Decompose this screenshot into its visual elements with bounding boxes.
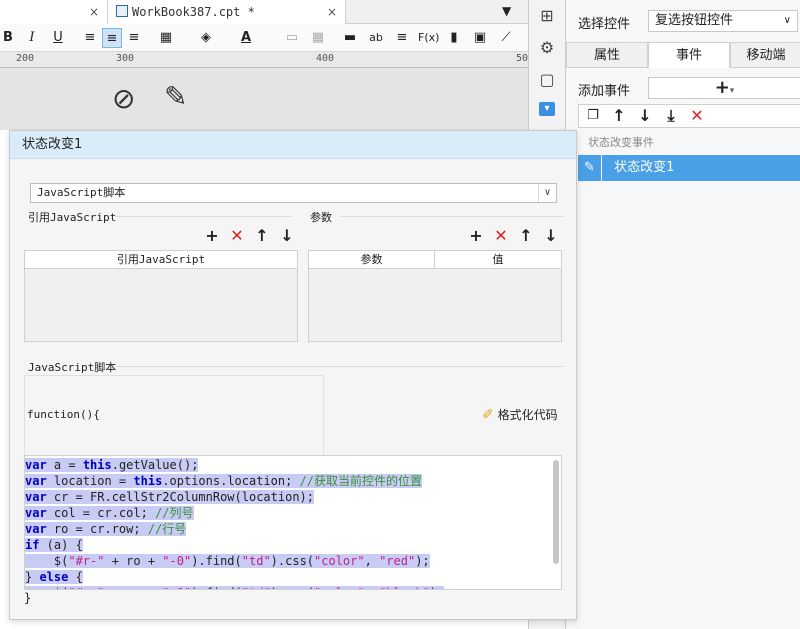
chart-icon[interactable]: ▮ [446, 28, 462, 48]
paragraph-icon[interactable]: ≡ [394, 28, 410, 48]
plus-icon: + [714, 77, 730, 98]
tab-label: WorkBook387.cpt * [132, 5, 255, 19]
merge-icon[interactable]: ▭ [284, 28, 300, 48]
chevron-down-icon: ∨ [538, 184, 556, 202]
divider [116, 216, 292, 217]
brush-icon: ✐ [482, 407, 494, 423]
add-event-label: 添加事件 [578, 84, 631, 99]
ref-js-section-label: 引用JavaScript [28, 211, 117, 224]
insert-row-icon[interactable]: ▬ [342, 28, 358, 48]
script-type-value: JavaScript脚本 [37, 186, 126, 199]
script-section-label: JavaScript脚本 [28, 361, 117, 374]
ref-js-table: 引用JavaScript [24, 250, 298, 342]
code-editor[interactable]: var a = this.getValue(); var location = … [24, 455, 562, 590]
params-table: 参数 值 [308, 250, 562, 342]
events-group-label: 状态改变事件 [588, 136, 654, 149]
event-editor-dialog: 状态改变1 JavaScript脚本 ∨ 引用JavaScript 参数 + ✕… [9, 130, 577, 620]
align-right-icon[interactable]: ≡ [126, 28, 142, 48]
eye-off-icon: ⊘ [112, 82, 136, 115]
ref-move-up-button[interactable]: ↑ [254, 228, 270, 244]
tab-workbook[interactable]: WorkBook387.cpt * × [108, 0, 346, 24]
design-canvas: ⊘ ✎ [0, 68, 528, 130]
event-item-label: 状态改变1 [614, 160, 675, 175]
format-toolbar: B I U ≡ ≡ ≡ ▦ ◈ A ▭ ▦ ▬ ab ≡ F(x) ▮ ▣ ⟋ [0, 24, 528, 52]
fill-color-icon[interactable]: ◈ [198, 28, 214, 48]
select-widget-label: 选择控件 [578, 17, 631, 32]
copy-icon[interactable]: ❐ [585, 108, 601, 124]
param-move-down-button[interactable]: ↓ [543, 228, 559, 244]
chevron-down-icon: ▾ [729, 86, 735, 96]
ruler: 200 300 400 500 [0, 52, 534, 68]
font-color-icon[interactable]: A [238, 28, 254, 48]
widget-settings-icon[interactable]: ⚙ [537, 38, 557, 58]
param-name-column-header[interactable]: 参数 [309, 251, 435, 269]
tab-menu-icon[interactable]: ▼ [502, 4, 511, 18]
add-ref-button[interactable]: + [204, 228, 220, 244]
border-icon[interactable]: ▦ [158, 28, 174, 48]
align-left-icon[interactable]: ≡ [82, 28, 98, 48]
params-section-label: 参数 [310, 211, 332, 224]
format-code-label: 格式化代码 [497, 408, 558, 422]
edit-icon[interactable]: ✎ [578, 155, 602, 181]
layout-icon[interactable]: ⊞ [537, 6, 557, 26]
tab-mobile[interactable]: 移动端 [730, 42, 800, 68]
workbook-icon [116, 5, 128, 17]
param-move-up-button[interactable]: ↑ [518, 228, 534, 244]
collapse-icon[interactable]: ▾ [539, 102, 555, 116]
bold-icon[interactable]: B [0, 28, 16, 48]
text-icon[interactable]: ab [368, 28, 384, 48]
underline-icon[interactable]: U [50, 28, 66, 48]
delete-icon[interactable]: ✕ [689, 108, 705, 124]
event-item-state-change[interactable]: ✎ 状态改变1 [578, 155, 800, 181]
add-param-button[interactable]: + [468, 228, 484, 244]
event-toolbar: ❐ ↑ ↓ ⤓ ✕ [578, 104, 800, 128]
divider [114, 366, 564, 367]
ruler-mark: 400 [316, 53, 335, 64]
format-code-button[interactable]: ✐ 格式化代码 [482, 406, 558, 423]
tab-close-icon[interactable]: × [89, 0, 99, 24]
move-bottom-icon[interactable]: ⤓ [663, 108, 679, 124]
divider [340, 216, 564, 217]
table-icon[interactable]: ▦ [310, 28, 326, 48]
ruler-mark: 300 [116, 53, 135, 64]
chevron-down-icon: ∨ [783, 15, 791, 26]
code-scrollbar[interactable] [553, 460, 559, 564]
dialog-title: 状态改变1 [10, 131, 576, 159]
properties-panel: 选择控件 复选按钮控件 ∨ 属性 事件 移动端 添加事件 +▾ ❐ ↑ ↓ ⤓ … [565, 0, 800, 629]
image-icon[interactable]: ▣ [472, 28, 488, 48]
ref-js-column-header[interactable]: 引用JavaScript [25, 251, 297, 269]
ref-move-down-button[interactable]: ↓ [279, 228, 295, 244]
ruler-mark: 200 [16, 53, 35, 64]
formula-icon[interactable]: F(x) [418, 28, 439, 48]
function-header: function(){ [27, 408, 100, 421]
widget-select-value: 复选按钮控件 [655, 13, 734, 28]
pencil-icon: ✎ [164, 80, 188, 113]
tab-close-icon[interactable]: × [327, 0, 337, 24]
tab-properties[interactable]: 属性 [566, 42, 648, 68]
script-type-select[interactable]: JavaScript脚本 ∨ [30, 183, 557, 203]
function-closing-brace: } [24, 591, 32, 605]
arrow-down-icon[interactable]: ↓ [637, 108, 653, 124]
italic-icon[interactable]: I [24, 28, 40, 48]
align-center-icon[interactable]: ≡ [102, 28, 122, 48]
tab-bar: × WorkBook387.cpt * × ▼ [0, 0, 528, 24]
frame-icon[interactable]: ▢ [537, 70, 557, 90]
widget-select[interactable]: 复选按钮控件 ∨ [648, 10, 798, 32]
arrow-up-icon[interactable]: ↑ [611, 108, 627, 124]
tab-previous[interactable]: × [0, 0, 108, 24]
param-value-column-header[interactable]: 值 [435, 251, 561, 269]
slash-icon[interactable]: ⟋ [498, 28, 514, 48]
delete-param-button[interactable]: ✕ [493, 228, 509, 244]
delete-ref-button[interactable]: ✕ [229, 228, 245, 244]
tab-events[interactable]: 事件 [648, 42, 730, 68]
script-header-area: function(){ [24, 375, 324, 457]
add-event-button[interactable]: +▾ [648, 77, 800, 99]
